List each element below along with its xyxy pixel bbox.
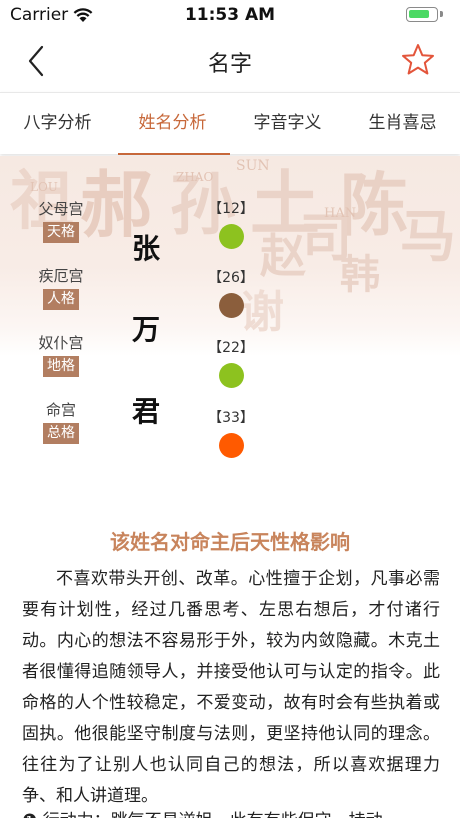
palace-servants: 奴仆宫 地格 xyxy=(30,333,92,377)
tab-pronunciation-meaning[interactable]: 字音字义 xyxy=(230,93,345,155)
palace-label: 父母宫 xyxy=(38,200,84,218)
banner-glyph: 韩 xyxy=(340,251,380,298)
palace-label: 命宫 xyxy=(45,401,76,419)
name-character: 张 xyxy=(131,232,160,265)
element-dot xyxy=(218,224,244,249)
banner-glyph: 马 xyxy=(400,204,456,270)
element-dot xyxy=(218,363,244,388)
stroke-number-label: 【26】 xyxy=(208,270,254,286)
favorite-star-icon[interactable] xyxy=(400,42,436,78)
battery-level xyxy=(409,10,429,18)
tab-name-analysis[interactable]: 姓名分析 xyxy=(115,93,230,155)
stroke-number-zong: 【33】 xyxy=(208,409,254,458)
grid-tag: 天格 xyxy=(43,222,79,243)
status-time: 11:53 AM xyxy=(184,5,276,25)
personality-paragraph: 不喜欢带头开创、改革。心性擅于企划，凡事必需要有计划性，经过几番思考、左思右想后… xyxy=(22,569,440,806)
palace-health: 疾厄宫 人格 xyxy=(30,266,92,310)
palace-label: 疾厄宫 xyxy=(38,267,84,285)
stroke-number-di: 【22】 xyxy=(208,339,254,388)
grid-tag: 总格 xyxy=(43,423,79,444)
stroke-number-label: 【22】 xyxy=(208,340,254,356)
navigation-bar: 名字 xyxy=(0,30,460,92)
stroke-number-label: 【33】 xyxy=(208,410,254,426)
tab-zodiac[interactable]: 生肖喜忌 xyxy=(345,93,460,155)
stroke-number-ren: 【26】 xyxy=(208,269,254,318)
stroke-number-tian: 【12】 xyxy=(208,200,254,249)
banner-glyph: LOU xyxy=(30,180,58,194)
name-character: 君 xyxy=(131,395,160,428)
palace-parents: 父母宫 天格 xyxy=(30,199,92,243)
grid-tag: 人格 xyxy=(43,289,79,310)
banner-glyph: ZHAO xyxy=(176,170,214,184)
section-title: 该姓名对命主后天性格影响 xyxy=(110,530,350,554)
banner-glyph: SUN xyxy=(236,158,270,174)
surname-calligraphy-banner: 祖 郝 孙 土 陈 司 马 赵 韩 谢 SUN ZHAO HAN LOU xyxy=(0,156,460,356)
palace-label: 奴仆宫 xyxy=(38,334,84,352)
palace-life: 命宫 总格 xyxy=(30,400,92,444)
banner-glyph: HAN xyxy=(324,206,357,221)
status-bar: Carrier 11:53 AM xyxy=(0,0,460,30)
element-dot xyxy=(218,293,244,318)
analysis-tabs: 八字分析 姓名分析 字音字义 生肖喜忌 xyxy=(0,92,460,155)
active-tab-indicator xyxy=(118,153,230,155)
battery-icon xyxy=(406,7,438,22)
stroke-number-label: 【12】 xyxy=(208,201,254,217)
element-dot xyxy=(218,433,244,458)
next-paragraph-partial: ❶ 行动力：跳气不易逆姐，此有有些保守，持动 xyxy=(22,806,440,818)
battery-tip xyxy=(440,11,443,17)
name-character: 万 xyxy=(131,313,160,346)
grid-tag: 地格 xyxy=(43,356,79,377)
tab-bazi[interactable]: 八字分析 xyxy=(0,93,115,155)
page-title: 名字 xyxy=(207,52,252,77)
